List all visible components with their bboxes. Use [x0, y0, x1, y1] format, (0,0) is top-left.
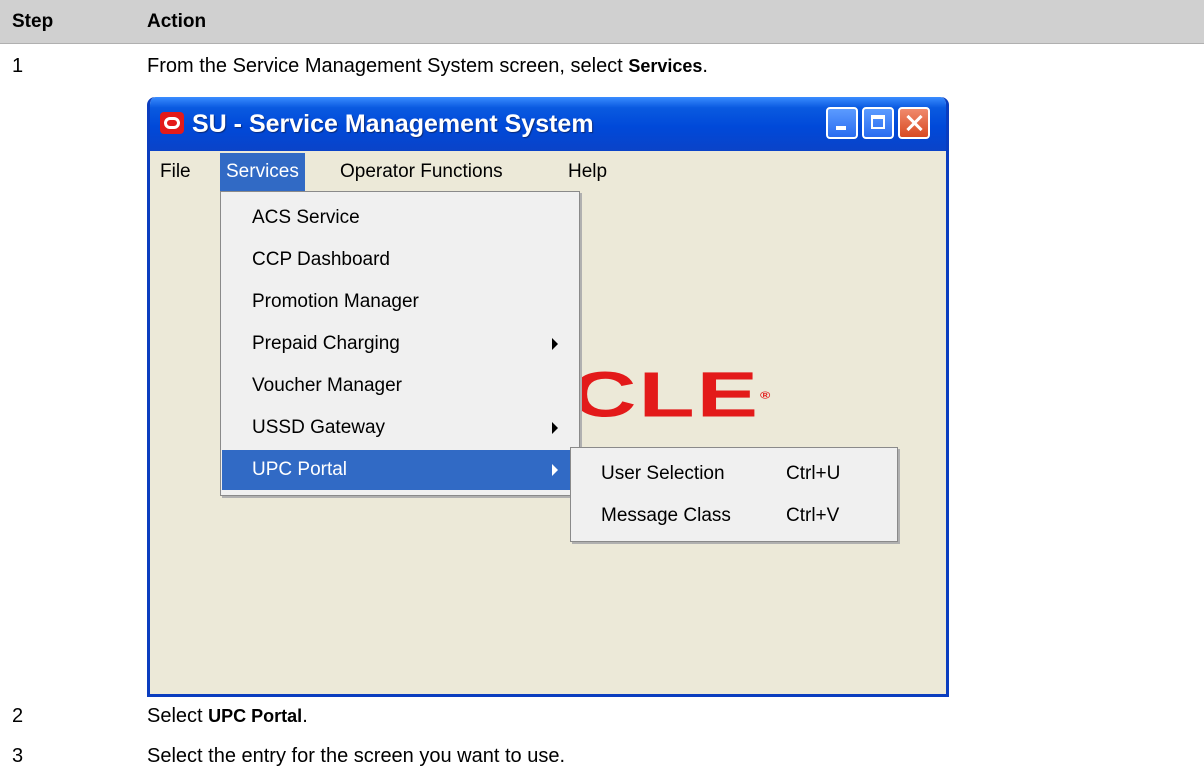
- menu-item-promotion-manager[interactable]: Promotion Manager: [222, 282, 578, 322]
- menu-item-prepaid-charging[interactable]: Prepaid Charging: [222, 324, 578, 364]
- submenu-item-user-selection[interactable]: User Selection Ctrl+U: [571, 454, 897, 494]
- submenu-arrow-icon: [552, 422, 558, 434]
- close-button[interactable]: [898, 107, 930, 139]
- submenu-arrow-icon: [552, 338, 558, 350]
- menu-item-ccp-dashboard[interactable]: CCP Dashboard: [222, 240, 578, 280]
- menu-item-ussd-gateway[interactable]: USSD Gateway: [222, 408, 578, 448]
- menu-help[interactable]: Help: [562, 153, 613, 191]
- submenu-item-message-class[interactable]: Message Class Ctrl+V: [571, 496, 897, 536]
- menu-operator-functions[interactable]: Operator Functions: [334, 153, 509, 191]
- menu-file[interactable]: File: [154, 153, 197, 191]
- step-number: 3: [12, 745, 24, 767]
- menu-bar: File Services Operator Functions Help: [150, 153, 946, 191]
- shortcut-label: Ctrl+U: [786, 463, 841, 484]
- step-number: 1: [12, 55, 24, 77]
- menu-item-acs-service[interactable]: ACS Service: [222, 198, 578, 238]
- step-text: Select UPC Portal.: [147, 705, 308, 727]
- maximize-button[interactable]: [862, 107, 894, 139]
- menu-item-upc-portal[interactable]: UPC Portal: [222, 450, 578, 490]
- shortcut-label: Ctrl+V: [786, 505, 840, 526]
- services-dropdown: ACS Service CCP Dashboard Promotion Mana…: [220, 191, 580, 496]
- submenu-item-label: User Selection: [601, 463, 725, 484]
- window-title: SU - Service Management System: [192, 110, 594, 138]
- registered-mark: ®: [760, 389, 773, 401]
- app-window: SU - Service Management System File Serv…: [147, 97, 949, 697]
- bold-term: Services: [628, 56, 703, 76]
- menu-services[interactable]: Services: [220, 153, 305, 191]
- submenu-arrow-icon: [552, 464, 558, 476]
- table-header: Step Action: [0, 0, 1204, 44]
- column-header-action: Action: [147, 11, 207, 32]
- step-number: 2: [12, 705, 24, 727]
- step-text: Select the entry for the screen you want…: [147, 745, 566, 767]
- minimize-button[interactable]: [826, 107, 858, 139]
- submenu-item-label: Message Class: [601, 505, 731, 526]
- upc-portal-submenu: User Selection Ctrl+U Message Class Ctrl…: [570, 447, 898, 542]
- oracle-app-icon: [160, 112, 184, 134]
- menu-item-voucher-manager[interactable]: Voucher Manager: [222, 366, 578, 406]
- bold-term: UPC Portal: [208, 706, 303, 726]
- oracle-logo: CLE®: [570, 359, 773, 431]
- column-header-step: Step: [12, 11, 54, 32]
- title-bar[interactable]: SU - Service Management System: [150, 97, 946, 151]
- step-text: From the Service Management System scree…: [147, 55, 708, 77]
